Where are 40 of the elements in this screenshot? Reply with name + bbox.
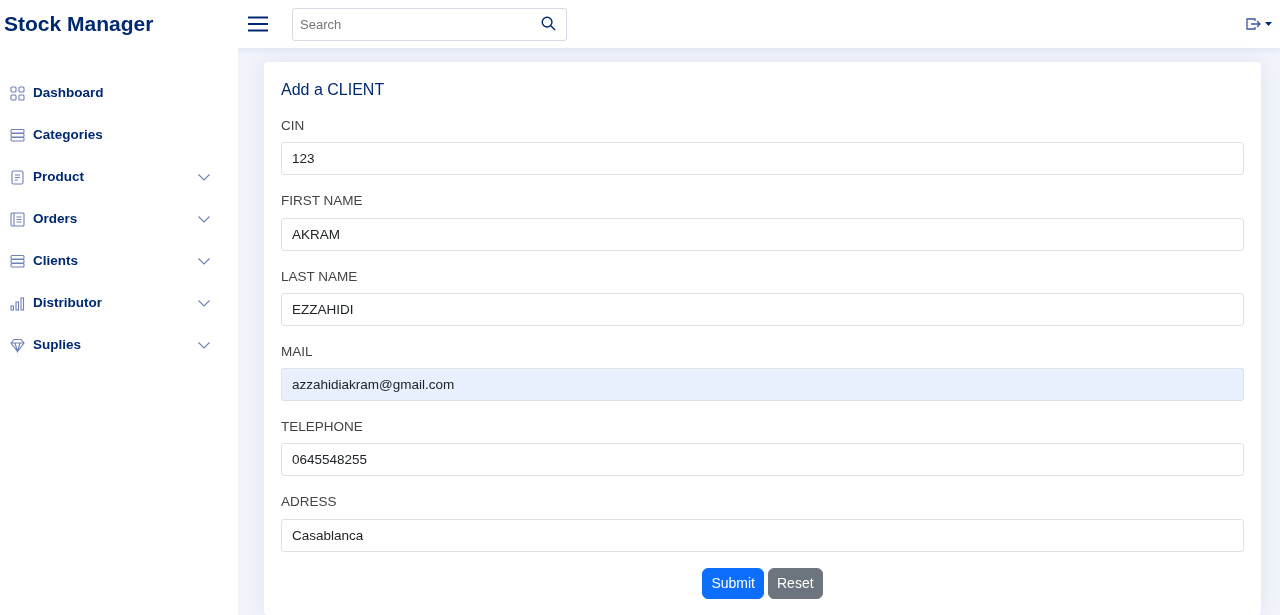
chevron-down-icon[interactable] bbox=[198, 257, 210, 265]
search-field[interactable]: Search bbox=[292, 7, 567, 41]
input-field[interactable]: EZZAHIDI bbox=[281, 292, 1244, 326]
sidebar-item[interactable]: Dashboard bbox=[0, 72, 238, 114]
sidebar-item[interactable]: Categories bbox=[0, 114, 238, 156]
submit-button[interactable]: Submit bbox=[702, 567, 764, 599]
chevron-down-icon[interactable] bbox=[198, 173, 210, 181]
gem-icon bbox=[10, 337, 25, 353]
sidebar-item[interactable]: Orders bbox=[0, 198, 238, 240]
field-label: ADRESS bbox=[281, 493, 338, 512]
input-field[interactable]: azzahidiakram@gmail.com bbox=[281, 368, 1244, 401]
sidebar-item[interactable]: Suplies bbox=[0, 324, 238, 366]
input-field[interactable]: Casablanca bbox=[281, 518, 1244, 552]
sidebar-item[interactable]: Distributor bbox=[0, 282, 238, 324]
field-label: MAIL bbox=[281, 342, 314, 361]
chevron-down-icon[interactable] bbox=[198, 341, 210, 349]
grid-icon bbox=[10, 85, 25, 101]
search-icon[interactable] bbox=[541, 15, 556, 31]
form-title: Add a CLIENT bbox=[281, 80, 386, 100]
field-label: CIN bbox=[281, 117, 306, 135]
stack-icon bbox=[10, 127, 25, 143]
chevron-down-icon[interactable] bbox=[198, 299, 210, 307]
field-label: FIRST NAME bbox=[281, 192, 364, 211]
sidebar-item[interactable]: Clients bbox=[0, 240, 238, 282]
sidebar-item[interactable]: Product bbox=[0, 156, 238, 198]
bar-chart-icon bbox=[10, 295, 25, 311]
input-field[interactable]: 123 bbox=[281, 142, 1244, 176]
input-field[interactable]: 0645548255 bbox=[281, 443, 1244, 477]
logout-icon[interactable] bbox=[1246, 18, 1261, 30]
stack-icon bbox=[10, 253, 25, 269]
caret-icon[interactable] bbox=[1265, 22, 1272, 26]
menu-icon[interactable] bbox=[248, 16, 268, 32]
field-label: LAST NAME bbox=[281, 267, 359, 286]
reset-button[interactable]: Reset bbox=[768, 567, 823, 599]
list-icon bbox=[10, 211, 25, 227]
document-icon bbox=[10, 169, 25, 185]
chevron-down-icon[interactable] bbox=[198, 215, 210, 223]
input-field[interactable]: AKRAM bbox=[281, 217, 1244, 251]
brand-title: Stock Manager bbox=[3, 11, 155, 38]
field-label: TELEPHONE bbox=[281, 418, 364, 436]
